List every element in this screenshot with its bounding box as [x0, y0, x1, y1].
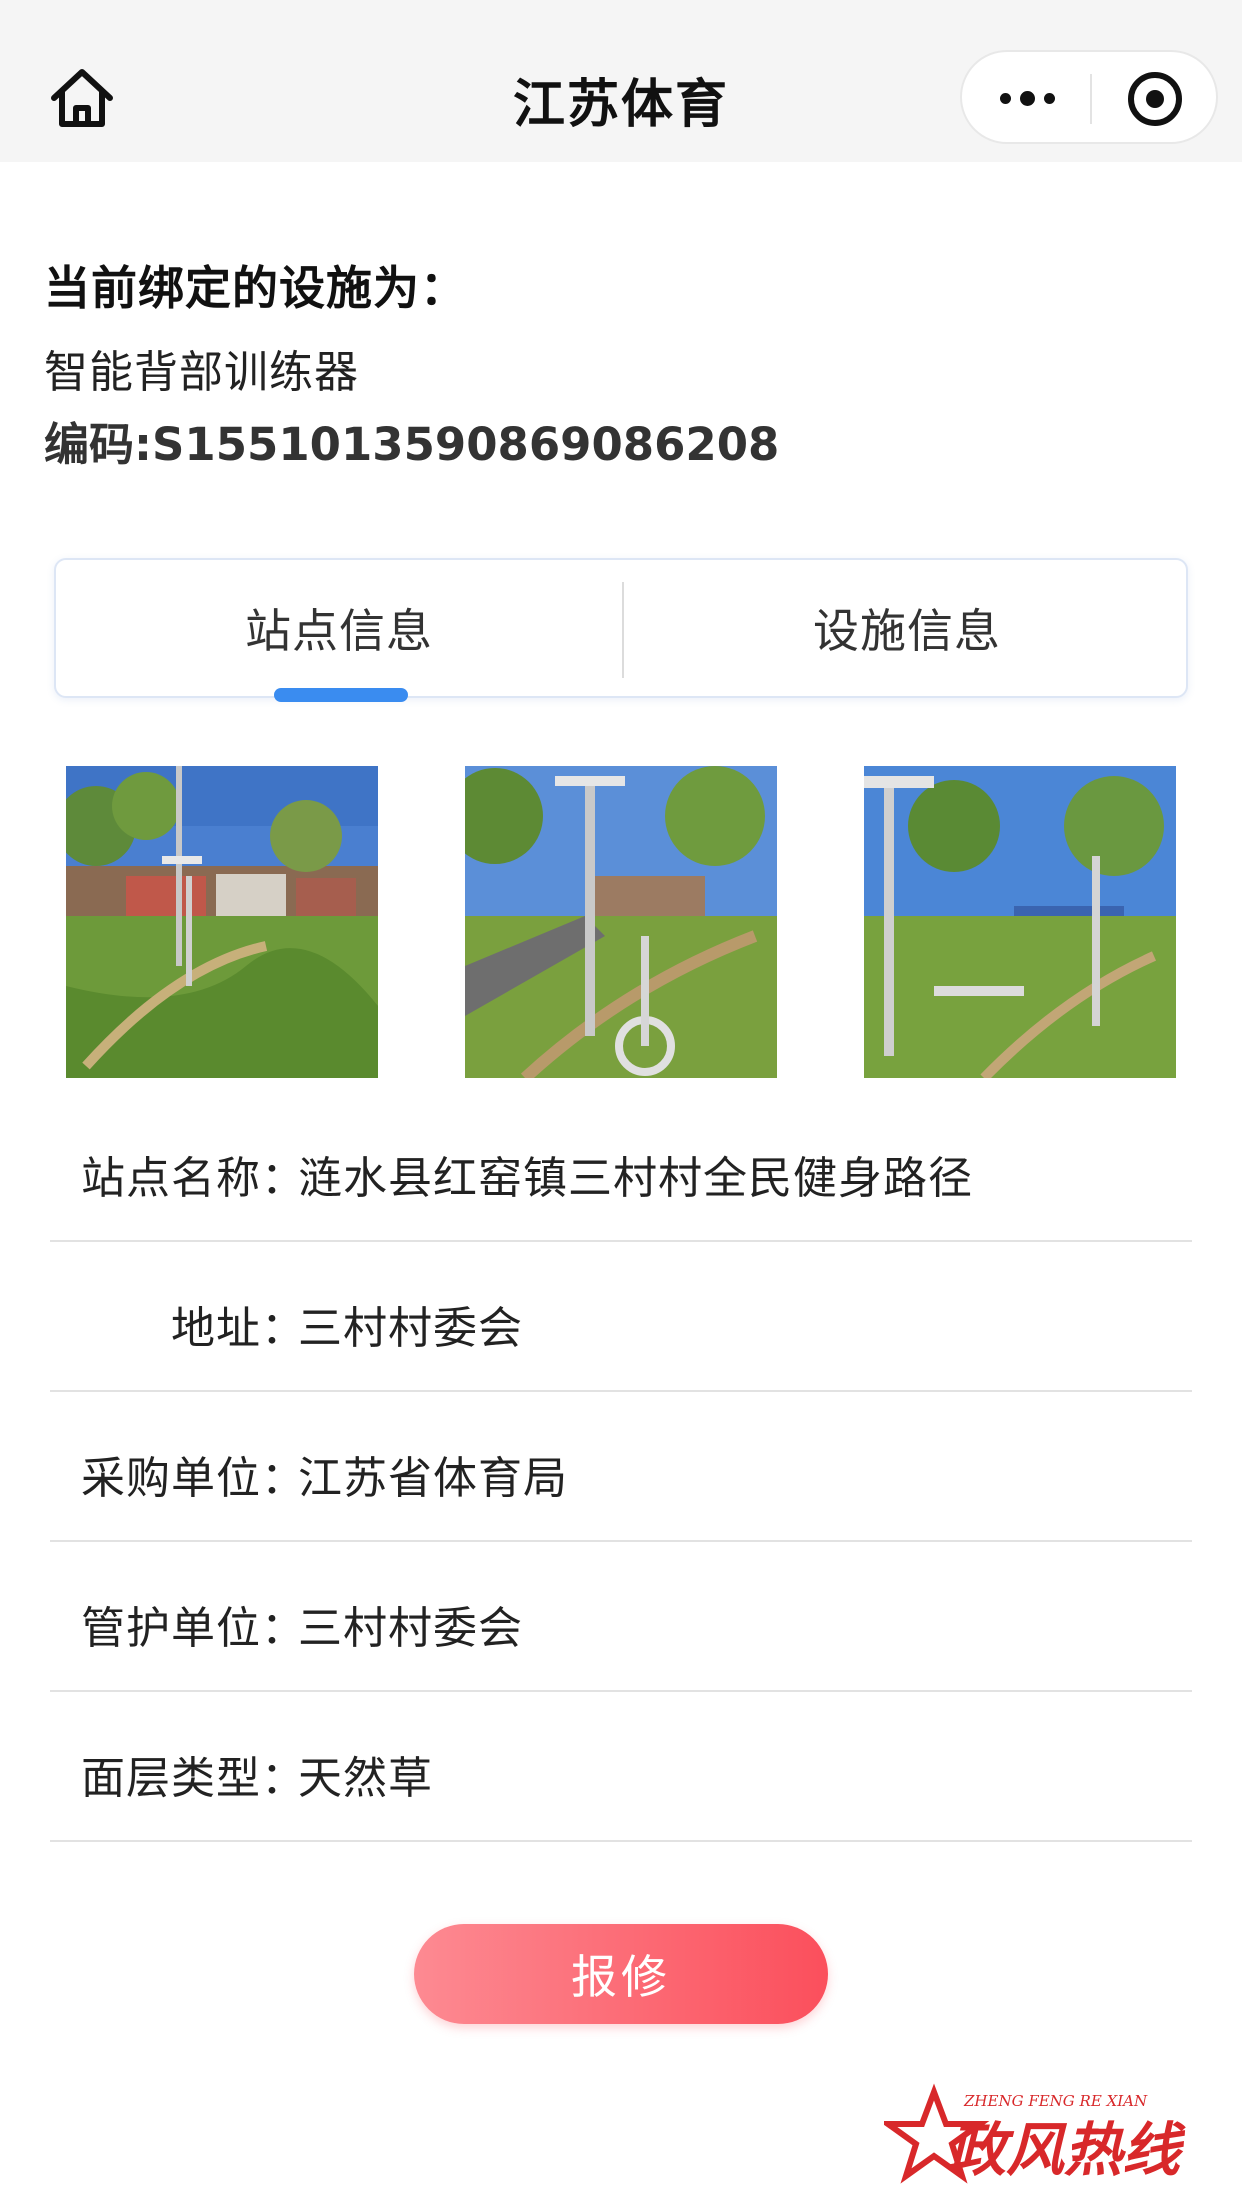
info-row-address: 地址： 三村村委会 — [50, 1242, 1192, 1392]
repair-button[interactable]: 报修 — [414, 1924, 828, 2024]
facility-name: 智能背部训练器 — [44, 347, 359, 398]
facility-code: 编码:S1551013590869086208 — [44, 418, 780, 471]
info-label: 管护单位： — [81, 1603, 306, 1654]
info-row-purchaser: 采购单位： 江苏省体育局 — [50, 1392, 1192, 1542]
site-photo-1[interactable] — [66, 766, 378, 1078]
site-photo-3[interactable] — [864, 766, 1176, 1078]
more-dots-icon[interactable] — [992, 80, 1062, 116]
info-label: 采购单位： — [81, 1453, 306, 1504]
binding-heading: 当前绑定的设施为： — [44, 261, 467, 315]
mini-program-capsule — [960, 50, 1218, 144]
capsule-divider — [1090, 74, 1092, 124]
info-label: 地址： — [171, 1303, 306, 1354]
watermark-logo: ZHENG FENG RE XIAN 政风热线 — [878, 2072, 1204, 2188]
info-row-site-name: 站点名称： 涟水县红窑镇三村村全民健身路径 — [50, 1092, 1192, 1242]
svg-text:ZHENG FENG RE XIAN: ZHENG FENG RE XIAN — [963, 2092, 1148, 2110]
info-value: 三村村委会 — [298, 1303, 523, 1354]
info-value: 三村村委会 — [298, 1603, 523, 1654]
tab-facility-info[interactable]: 设施信息 — [624, 560, 1190, 696]
target-circle-icon[interactable] — [1128, 72, 1182, 126]
active-tab-indicator — [274, 688, 408, 702]
info-label: 面层类型： — [81, 1753, 306, 1804]
info-row-maintainer: 管护单位： 三村村委会 — [50, 1542, 1192, 1692]
site-photo-2[interactable] — [465, 766, 777, 1078]
info-row-surface: 面层类型： 天然草 — [50, 1692, 1192, 1842]
nav-bar: 江苏体育 — [0, 0, 1242, 162]
info-tabs: 站点信息 设施信息 — [54, 558, 1190, 702]
svg-text:政风热线: 政风热线 — [948, 2116, 1186, 2184]
info-label: 站点名称： — [81, 1153, 306, 1204]
tab-site-info[interactable]: 站点信息 — [56, 560, 622, 696]
info-value: 涟水县红窑镇三村村全民健身路径 — [298, 1153, 973, 1204]
info-value: 天然草 — [298, 1753, 433, 1804]
info-value: 江苏省体育局 — [298, 1453, 568, 1504]
